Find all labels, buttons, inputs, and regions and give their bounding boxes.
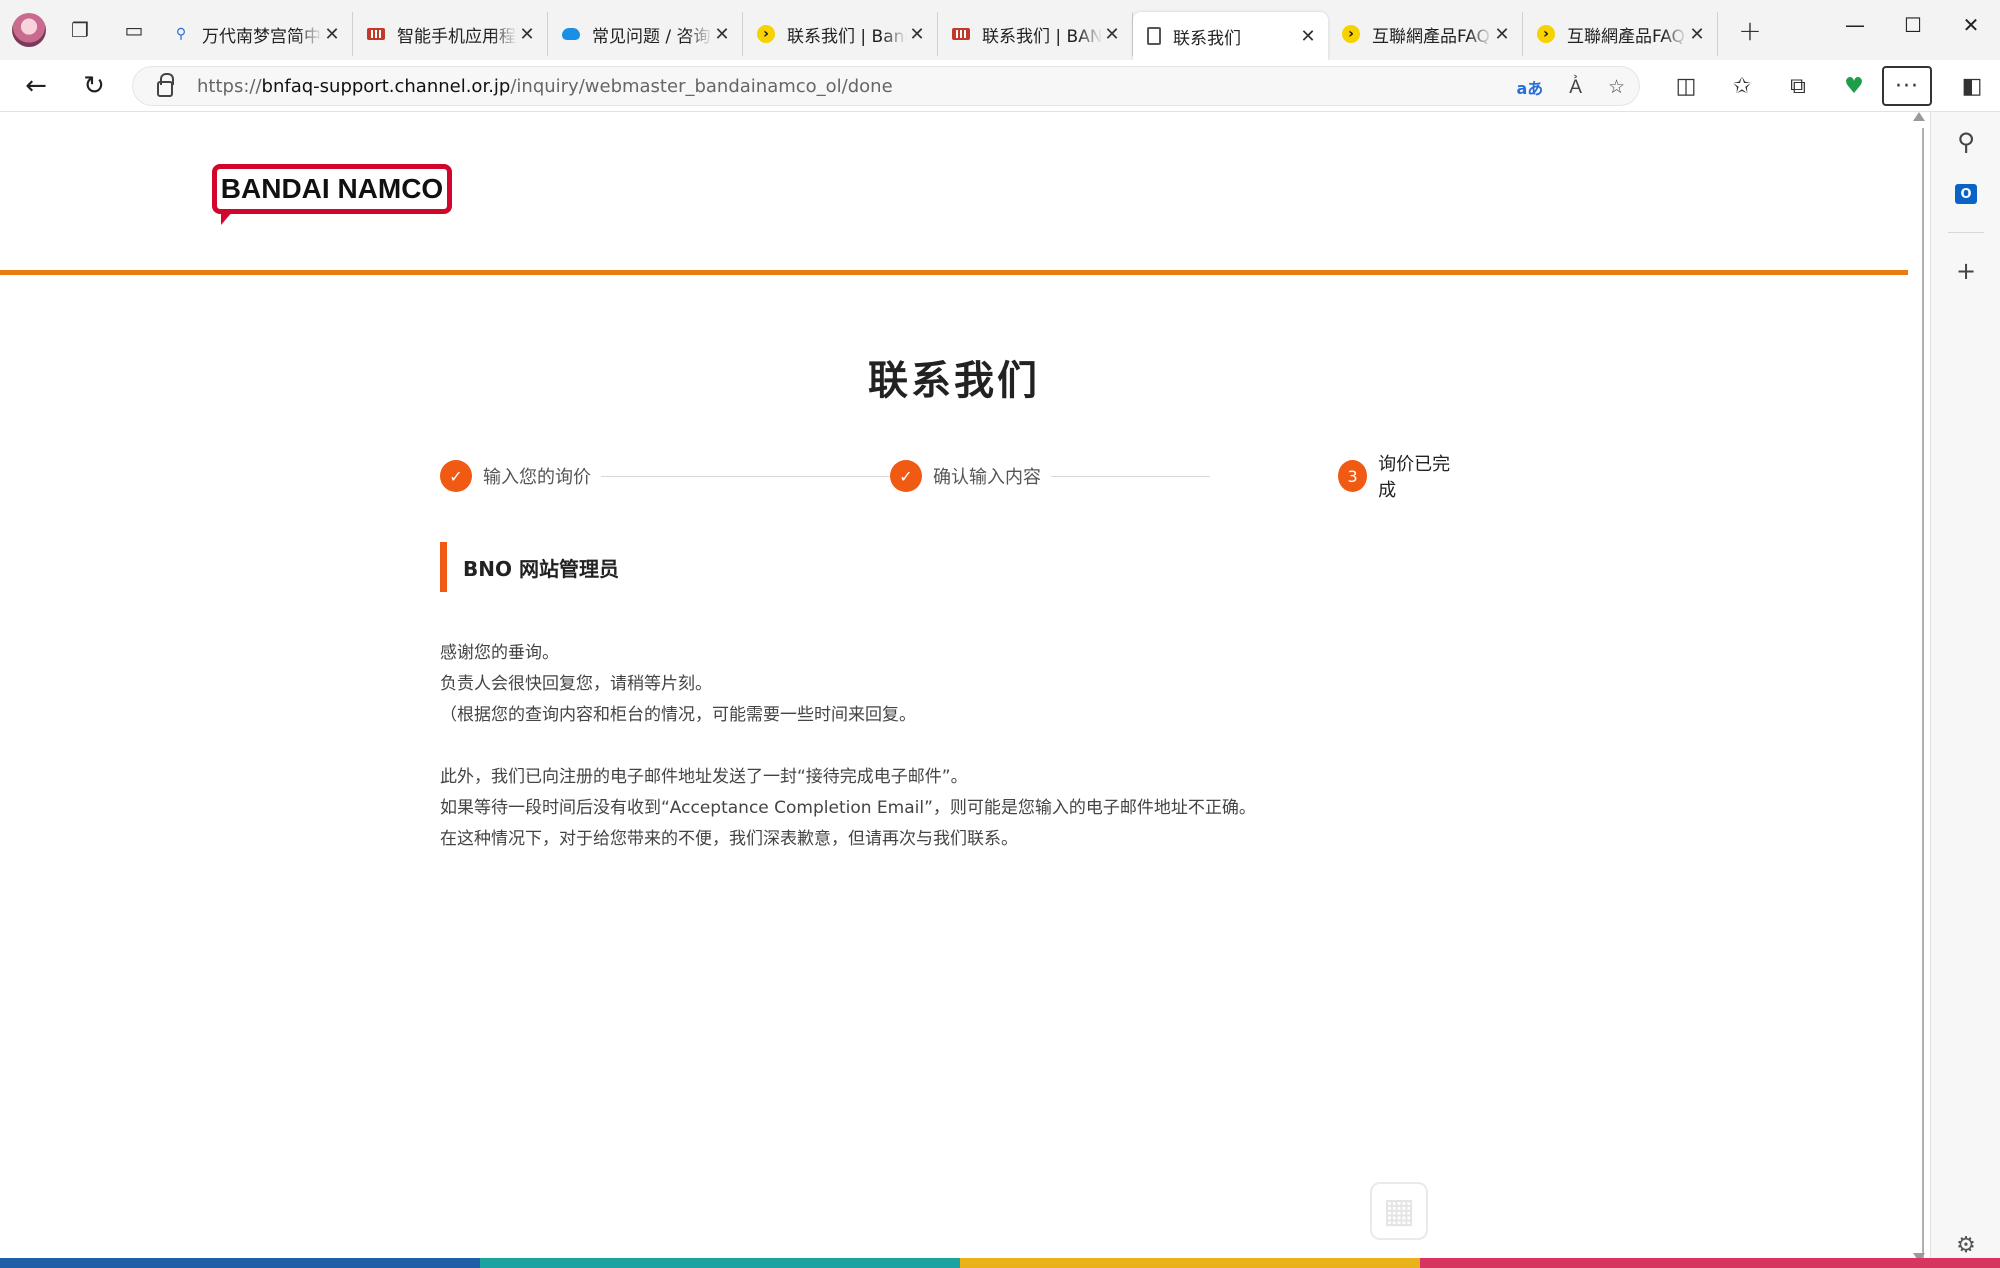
close-icon[interactable]: ✕ (322, 24, 342, 45)
close-icon[interactable]: ✕ (712, 24, 732, 45)
tab-2[interactable]: 常见问题 / 咨询 | ✕ (548, 12, 743, 56)
tab-title: 常见问题 / 咨询 | (592, 26, 712, 47)
lock-icon[interactable] (157, 73, 174, 97)
page-icon (1147, 27, 1161, 45)
tab-list: ⚲ 万代南梦宫简中官方 ✕ 智能手机应用程序 ✕ 常见问题 / 咨询 | ✕ ›… (158, 0, 1718, 60)
tab-title: 万代南梦宫简中官方 (202, 26, 322, 47)
edge-sidebar: ⚲ O + ⚙ (1930, 112, 2000, 1268)
message-line: 在这种情况下，对于给您带来的不便，我们深表歉意，但请再次与我们联系。 (440, 829, 1018, 849)
tab-title: 互聯網產品FAQ | (1372, 26, 1492, 47)
keyboard-favicon-icon (367, 28, 385, 40)
step-label: 确认输入内容 (933, 467, 1041, 488)
tab-title: 联系我们 (1173, 28, 1241, 49)
page-content: BANDAI NAMCO 联系我们 ✓ 输入您的询价 ✓ 确认输入内容 3 询价… (0, 112, 1908, 1268)
scroll-thumb[interactable] (1914, 128, 1924, 1258)
scroll-up-arrow-icon[interactable] (1913, 112, 1925, 121)
cloud-favicon-icon (562, 28, 580, 40)
close-window-icon[interactable]: ✕ (1942, 0, 2000, 50)
favorites-icon[interactable]: ✩ (1714, 60, 1770, 112)
check-icon: ✓ (890, 460, 922, 492)
close-icon[interactable]: ✕ (1102, 24, 1122, 45)
profile-avatar[interactable] (12, 13, 46, 47)
section-title: BNO 网站管理员 (440, 542, 619, 592)
new-tab-button[interactable]: + (1730, 10, 1770, 50)
search-icon: ⚲ (175, 26, 187, 42)
url-text[interactable]: https://bnfaq-support.channel.or.jp/inqu… (197, 76, 893, 97)
address-bar-actions: aあ A͐ ☆ (1516, 67, 1625, 107)
message-line: （根据您的查询内容和柜台的情况，可能需要一些时间来回复。 (440, 705, 916, 725)
tab-6[interactable]: › 互聯網產品FAQ | ✕ (1328, 12, 1523, 56)
close-icon[interactable]: ✕ (1298, 26, 1318, 47)
taskbar-edge (0, 1258, 2000, 1268)
refresh-icon[interactable]: ↻ (72, 64, 116, 108)
window-controls: — ☐ ✕ (1826, 0, 2000, 50)
tab-title: 联系我们 | BANDAI (982, 26, 1102, 47)
watermark-icon: ▦ (1370, 1182, 1428, 1240)
translate-icon[interactable]: aあ (1516, 75, 1543, 99)
read-aloud-icon[interactable]: A͐ (1569, 76, 1582, 99)
tab-title: 互聯網產品FAQ | (1567, 26, 1687, 47)
minimize-icon[interactable]: — (1826, 0, 1884, 50)
close-icon[interactable]: ✕ (1492, 24, 1512, 45)
sidebar-divider (1947, 232, 1984, 233)
add-sidebar-app-icon[interactable]: + (1931, 245, 2000, 297)
vertical-tabs-icon[interactable]: ▭ (114, 10, 154, 50)
split-screen-icon[interactable]: ◫ (1658, 60, 1714, 112)
message-line: 此外，我们已向注册的电子邮件地址发送了一封“接待完成电子邮件”。 (440, 767, 968, 787)
tab-4[interactable]: 联系我们 | BANDAI ✕ (938, 12, 1133, 56)
progress-steps: ✓ 输入您的询价 ✓ 确认输入内容 3 询价已完成 (440, 454, 1470, 501)
tab-5-active[interactable]: 联系我们 ✕ (1133, 12, 1328, 60)
step-confirm: ✓ 确认输入内容 (890, 458, 1051, 494)
more-menu-icon[interactable]: ··· (1882, 66, 1932, 106)
tab-0[interactable]: ⚲ 万代南梦宫简中官方 ✕ (158, 12, 353, 56)
sidebar-settings-icon[interactable]: ⚙ (1931, 1233, 2000, 1258)
bandai-namco-logo[interactable]: BANDAI NAMCO (212, 164, 452, 225)
keyboard-favicon-icon (952, 28, 970, 40)
page-scrollbar[interactable] (1908, 112, 1930, 1268)
pacman-favicon-icon: › (1342, 25, 1360, 43)
workspaces-icon[interactable]: ❐ (60, 10, 100, 50)
tab-7[interactable]: › 互聯網產品FAQ | ✕ (1523, 12, 1718, 56)
tab-3[interactable]: › 联系我们 | Bandai ✕ (743, 12, 938, 56)
header-divider (0, 270, 1908, 275)
message-line: 感谢您的垂询。 (440, 643, 559, 663)
maximize-icon[interactable]: ☐ (1884, 0, 1942, 50)
collections-icon[interactable]: ⧉ (1770, 60, 1826, 112)
confirmation-message: 感谢您的垂询。 负责人会很快回复您，请稍等片刻。 （根据您的查询内容和柜台的情况… (440, 638, 1540, 855)
page-title: 联系我们 (868, 357, 1040, 404)
message-line: 负责人会很快回复您，请稍等片刻。 (440, 674, 712, 694)
sidebar-toggle-icon[interactable]: ◧ (1944, 60, 2000, 112)
favorite-star-icon[interactable]: ☆ (1608, 76, 1625, 98)
step-label: 询价已完成 (1378, 454, 1451, 501)
outlook-icon[interactable]: O (1931, 168, 2000, 220)
close-icon[interactable]: ✕ (1687, 24, 1707, 45)
url-path: /inquiry/webmaster_bandainamco_ol/done (510, 75, 893, 97)
url-host: bnfaq-support.channel.or.jp (261, 75, 511, 97)
check-icon: ✓ (440, 460, 472, 492)
step-complete: 3 询价已完成 (1338, 454, 1470, 501)
navigation-bar: ← ↻ https://bnfaq-support.channel.or.jp/… (0, 60, 2000, 112)
step-input: ✓ 输入您的询价 (440, 458, 601, 494)
close-icon[interactable]: ✕ (907, 24, 927, 45)
sidebar-search-icon[interactable]: ⚲ (1931, 116, 2000, 168)
tab-title: 智能手机应用程序 (397, 26, 517, 47)
logo-text: BANDAI NAMCO (220, 173, 444, 204)
address-bar[interactable]: https://bnfaq-support.channel.or.jp/inqu… (132, 66, 1640, 106)
step-number: 3 (1338, 460, 1368, 492)
step-connector (560, 476, 890, 477)
url-scheme: https:// (197, 75, 262, 97)
back-arrow-icon[interactable]: ← (14, 64, 58, 108)
toolbar-right: ◫ ✩ ⧉ ♥ ··· ◧ (1658, 60, 2000, 112)
tab-strip: ❐ ▭ ⚲ 万代南梦宫简中官方 ✕ 智能手机应用程序 ✕ 常见问题 / 咨询 |… (0, 0, 2000, 60)
message-line: 如果等待一段时间后没有收到“Acceptance Completion Emai… (440, 798, 1256, 818)
tab-1[interactable]: 智能手机应用程序 ✕ (353, 12, 548, 56)
pacman-favicon-icon: › (757, 25, 775, 43)
tab-title: 联系我们 | Bandai (787, 26, 907, 47)
pacman-favicon-icon: › (1537, 25, 1555, 43)
close-icon[interactable]: ✕ (517, 24, 537, 45)
step-label: 输入您的询价 (483, 467, 591, 488)
browser-essentials-icon[interactable]: ♥ (1826, 60, 1882, 112)
